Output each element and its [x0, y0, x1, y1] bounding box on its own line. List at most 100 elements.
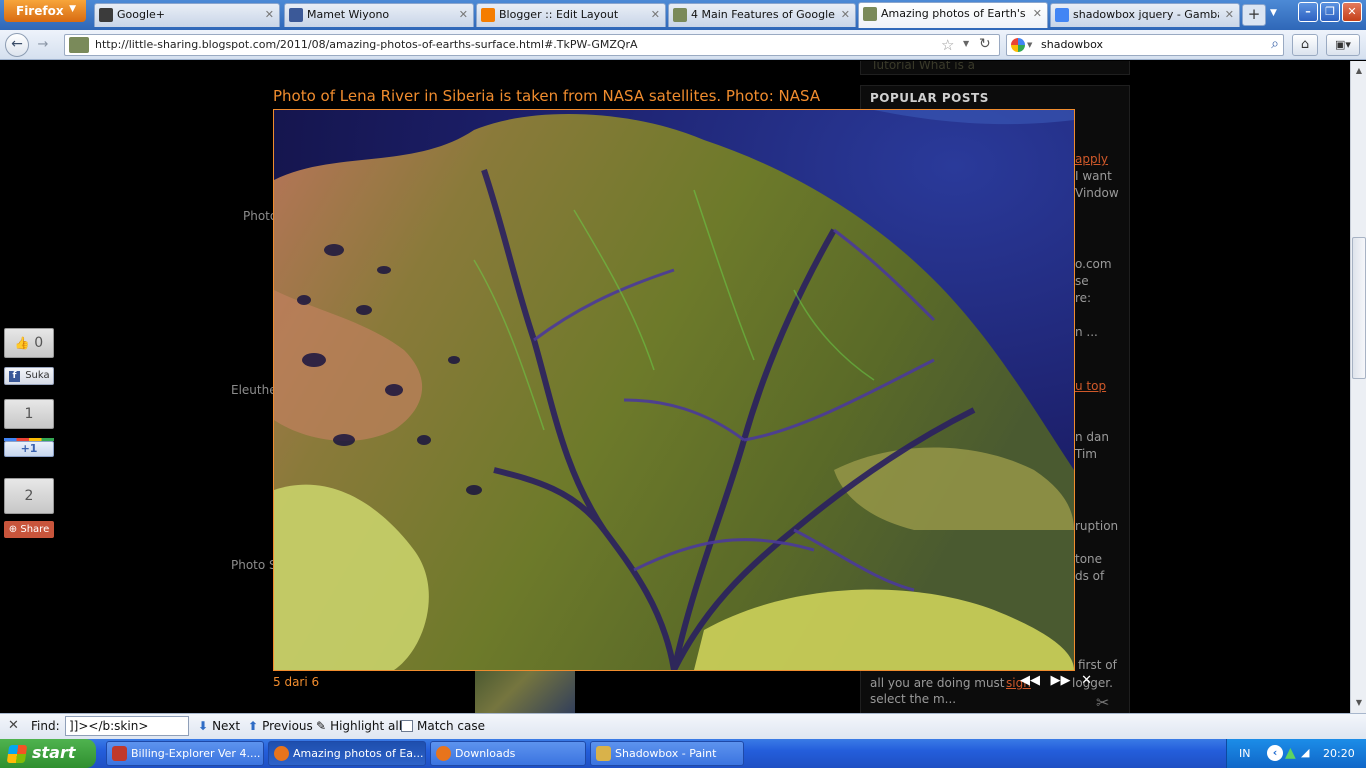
network-status-icon[interactable]: ▲ — [1285, 745, 1301, 761]
scrollbar-thumb[interactable] — [1352, 237, 1366, 379]
reload-icon[interactable]: ↻ — [979, 36, 991, 52]
google-plus-one-button[interactable]: +1 — [4, 438, 54, 457]
share-plus-icon: ⊕ — [8, 524, 18, 535]
lightbox-counter: 5 dari 6 — [273, 675, 320, 689]
home-icon: ⌂ — [1300, 37, 1310, 52]
match-case-checkbox[interactable]: Match case — [401, 719, 485, 733]
search-bar[interactable]: ▼ shadowbox ⌕ — [1006, 34, 1284, 56]
down-arrow-icon: ⬇ — [198, 719, 209, 733]
tab-close-icon[interactable]: ✕ — [841, 8, 850, 21]
back-arrow-tray-icon[interactable]: ‹ — [1267, 745, 1283, 761]
facebook-like-button[interactable]: f Suka — [4, 367, 54, 385]
chevron-down-icon: ▼ — [69, 4, 76, 14]
sidebar-text: Vindow — [1075, 186, 1119, 200]
minimize-button[interactable]: – — [1298, 2, 1318, 22]
lena-delta-satellite-image — [274, 110, 1074, 670]
close-window-button[interactable]: ✕ — [1342, 2, 1362, 22]
search-engine-dropdown-icon[interactable]: ▼ — [1027, 41, 1032, 49]
firefox-menu-button[interactable]: Firefox ▼ — [4, 0, 86, 22]
lightbox-photo[interactable] — [273, 109, 1075, 671]
address-bar[interactable]: http://little-sharing.blogspot.com/2011/… — [64, 34, 1000, 56]
google-plus-count[interactable]: 1 — [4, 399, 54, 429]
tab-amazing-photos[interactable]: Amazing photos of Earth's S... ✕ — [858, 2, 1048, 28]
new-tab-button[interactable]: + — [1242, 4, 1266, 26]
search-input[interactable]: shadowbox — [1041, 38, 1103, 51]
tab-mamet-wiyono[interactable]: Mamet Wiyono ✕ — [284, 3, 474, 27]
sidebar-text: first of — [1078, 658, 1117, 672]
tab-close-icon[interactable]: ✕ — [1033, 7, 1042, 20]
language-indicator[interactable]: IN — [1239, 747, 1250, 760]
scroll-down-arrow-icon[interactable]: ▼ — [1352, 696, 1366, 710]
tab-label: 4 Main Features of Google +... — [691, 8, 835, 21]
share-label: Share — [20, 524, 50, 535]
highlight-all-button[interactable]: ✎ Highlight all — [316, 719, 402, 733]
vertical-scrollbar[interactable]: ▲ ▼ — [1350, 61, 1366, 713]
windows-logo-icon — [6, 745, 28, 763]
find-label: Find: — [31, 719, 60, 733]
taskbar-item-billing-explorer[interactable]: Billing-Explorer Ver 4.... — [106, 741, 264, 766]
facebook-like-count[interactable]: 👍 0 — [4, 328, 54, 358]
highlight-all-label: Highlight all — [330, 719, 403, 733]
tab-list-arrow-icon[interactable]: ▼ — [1270, 8, 1277, 18]
sidebar-text: n ... — [1075, 325, 1098, 339]
sidebar-text: se — [1075, 274, 1089, 288]
find-input[interactable]: ]]></b:skin> — [65, 716, 189, 736]
scroll-up-arrow-icon[interactable]: ▲ — [1352, 64, 1366, 78]
find-close-icon[interactable]: ✕ — [8, 718, 19, 733]
start-label: start — [32, 743, 76, 762]
windows-taskbar: start Billing-Explorer Ver 4.... Amazing… — [0, 739, 1366, 768]
google-search-engine-icon[interactable] — [1011, 38, 1025, 52]
post-photo-label: Photo S — [231, 558, 277, 572]
start-button[interactable]: start — [0, 739, 96, 768]
taskbar-item-label: Downloads — [455, 747, 516, 760]
search-icon[interactable]: ⌕ — [1271, 36, 1279, 52]
sidebar-top-text: Tutorial What is a — [871, 61, 976, 72]
tab-google-plus-features[interactable]: 4 Main Features of Google +... ✕ — [668, 3, 856, 27]
sidebar-text: I want — [1075, 169, 1112, 183]
tab-shadowbox-jquery[interactable]: shadowbox jquery - Gambar ... ✕ — [1050, 3, 1240, 27]
forward-button[interactable]: → — [32, 36, 54, 54]
find-next-button[interactable]: ⬇ Next — [198, 719, 240, 733]
url-text[interactable]: http://little-sharing.blogspot.com/2011/… — [95, 38, 638, 51]
tab-google-plus[interactable]: Google+ ✕ — [94, 3, 280, 27]
blog-favicon-icon — [863, 7, 877, 21]
tab-close-icon[interactable]: ✕ — [651, 8, 660, 21]
home-button[interactable]: ⌂ — [1292, 34, 1318, 56]
previous-icon[interactable]: ◀◀ — [1020, 673, 1040, 688]
taskbar-item-paint[interactable]: Shadowbox - Paint — [590, 741, 744, 766]
google-favicon-icon — [1055, 8, 1069, 22]
share-count[interactable]: 2 — [4, 478, 54, 514]
facebook-like-count-value: 0 — [34, 335, 44, 351]
google-plus-count-value: 1 — [24, 406, 34, 422]
volume-icon[interactable]: ◢ — [1301, 745, 1317, 761]
taskbar-item-downloads[interactable]: Downloads — [430, 741, 586, 766]
checkbox-icon — [401, 720, 413, 732]
gallery-thumbnail[interactable] — [475, 671, 575, 713]
share-count-value: 2 — [24, 488, 34, 504]
wrench-icon[interactable]: ✂ — [1096, 693, 1109, 712]
site-identity-icon[interactable] — [69, 37, 89, 53]
bookmark-star-icon[interactable]: ☆ — [941, 36, 954, 54]
history-dropdown-icon[interactable]: ▼ — [963, 39, 969, 48]
facebook-favicon-icon — [289, 8, 303, 22]
system-tray: IN ‹ ▲ ◢ 20:20 — [1226, 739, 1366, 768]
bookmarks-icon: ▣▾ — [1335, 38, 1351, 51]
tab-close-icon[interactable]: ✕ — [265, 8, 274, 21]
thumbs-up-icon: 👍 — [14, 336, 30, 350]
back-button[interactable]: ← — [5, 33, 29, 57]
firefox-menu-label: Firefox — [16, 4, 64, 18]
tab-blogger-edit-layout[interactable]: Blogger :: Edit Layout ✕ — [476, 3, 666, 27]
navigation-bar: ← → http://little-sharing.blogspot.com/2… — [0, 30, 1366, 60]
bookmarks-button[interactable]: ▣▾ — [1326, 34, 1360, 56]
restore-button[interactable]: ❐ — [1320, 2, 1340, 22]
find-previous-button[interactable]: ⬆ Previous — [248, 719, 313, 733]
share-button[interactable]: ⊕ Share — [4, 521, 54, 538]
tab-close-icon[interactable]: ✕ — [1225, 8, 1234, 21]
next-icon[interactable]: ▶▶ — [1051, 673, 1071, 688]
taskbar-item-firefox[interactable]: Amazing photos of Ea... — [268, 741, 426, 766]
lightbox-close-icon[interactable]: ✕ — [1081, 673, 1092, 688]
sidebar-link[interactable]: apply — [1075, 152, 1108, 166]
tab-close-icon[interactable]: ✕ — [459, 8, 468, 21]
billing-explorer-icon — [112, 746, 127, 761]
sidebar-link[interactable]: u top — [1075, 379, 1106, 393]
